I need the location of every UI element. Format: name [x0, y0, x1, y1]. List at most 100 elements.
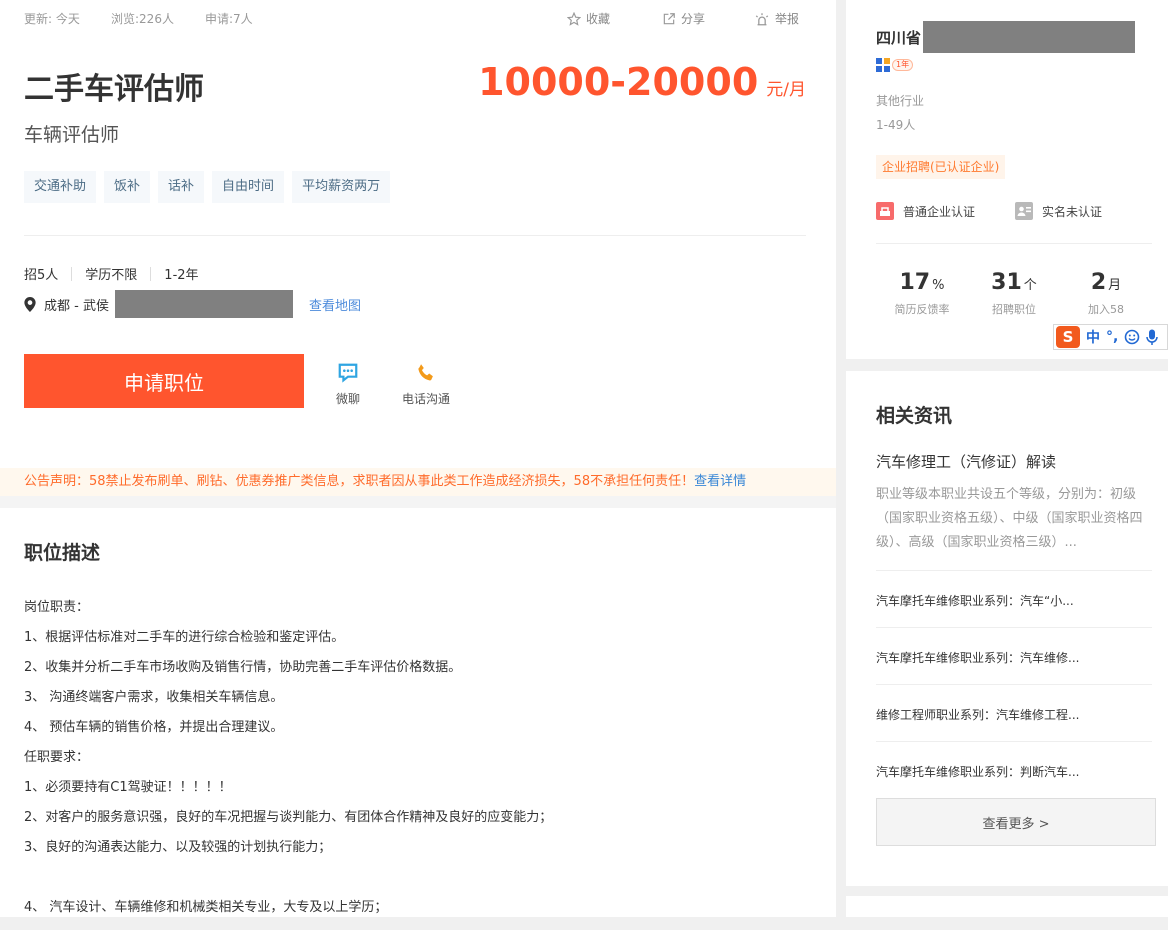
news-item[interactable]: 汽车摩托车维修职业系列：汽车维修... — [876, 649, 1116, 666]
news-headline[interactable]: 汽车修理工（汽修证）解读 — [876, 451, 1056, 472]
member-years-badge: 1年 — [876, 58, 914, 72]
stat-label: 简历反馈率 — [894, 303, 950, 316]
description-line: 3、 沟通终端客户需求，收集相关车辆信息。 — [24, 690, 284, 705]
star-icon — [567, 11, 581, 26]
divider — [876, 570, 1152, 571]
salary-range: 10000-20000 — [478, 60, 759, 104]
company-size: 1-49人 — [876, 118, 916, 132]
description-line: 1、根据评估标准对二手车的进行综合检验和鉴定评估。 — [24, 630, 345, 645]
phone-icon — [418, 364, 433, 381]
company-name-text: 四川省 — [876, 28, 922, 47]
description-line: 3、良好的沟通表达能力、以及较强的计划执行能力； — [24, 840, 332, 855]
education: 学历不限 — [85, 268, 138, 283]
welfare-tag: 饭补 — [104, 171, 151, 203]
stat-value: 17 — [899, 270, 931, 295]
share-icon — [663, 12, 675, 24]
notice-bar: 公告声明：58禁止发布刷单、刷钻、优惠券推广类信息，求职者因从事此类工作造成经济… — [0, 468, 836, 496]
stat-value: 31 — [991, 270, 1022, 295]
welfare-tag: 话补 — [158, 171, 205, 203]
view-count: 浏览:226人 — [111, 12, 174, 26]
description-line: 4、 汽车设计、车辆维修和机械类相关专业，大专及以上学历； — [24, 900, 388, 915]
location-pin-icon — [24, 296, 36, 312]
welfare-tag: 交通补助 — [24, 171, 97, 203]
welfare-tag: 平均薪资两万 — [292, 171, 391, 203]
description-line: 2、收集并分析二手车市场收购及销售行情，协助完善二手车评估价格数据。 — [24, 660, 462, 675]
stat-unit: % — [932, 278, 945, 293]
member-years: 1年 — [892, 59, 914, 71]
description-line: 1、必须要持有C1驾驶证！！！！！ — [24, 780, 232, 795]
divider — [876, 243, 1152, 244]
job-description-title: 职位描述 — [24, 542, 101, 564]
stat-join-time: 2月 加入58 — [1060, 270, 1152, 317]
report-button[interactable]: 举报 — [754, 10, 799, 27]
company-industry: 其他行业 — [876, 94, 925, 108]
salary: 10000-20000 元/月 — [478, 60, 806, 104]
collect-button[interactable]: 收藏 — [567, 10, 610, 27]
realname-cert-label: 实名未认证 — [1042, 204, 1103, 219]
stat-unit: 月 — [1108, 278, 1122, 293]
collect-label: 收藏 — [586, 12, 611, 26]
stat-unit: 个 — [1023, 278, 1037, 293]
separator — [71, 266, 73, 281]
chat-button[interactable]: 微聊 — [336, 362, 360, 407]
description-line: 2、对客户的服务意识强，良好的车况把握与谈判能力、有团体合作精神及良好的应变能力… — [24, 810, 553, 825]
description-line — [24, 870, 552, 900]
enterprise-cert: 普通企业认证 — [876, 202, 975, 220]
ime-toolbar[interactable]: S 中 °, — [1053, 324, 1168, 350]
description-line: 4、 预估车辆的销售价格，并提出合理建议。 — [24, 720, 284, 735]
section-gap — [0, 496, 836, 508]
notice-detail-link[interactable]: 查看详情 — [694, 474, 746, 489]
apply-button[interactable]: 申请职位 — [24, 354, 304, 408]
microphone-icon[interactable] — [1146, 329, 1159, 345]
divider — [876, 741, 1152, 742]
ime-punctuation[interactable]: °, — [1106, 329, 1118, 345]
location-text: 成都 - 武侯 — [44, 298, 109, 314]
emoji-icon[interactable] — [1124, 329, 1140, 345]
company-verified-tag: 企业招聘(已认证企业) — [876, 155, 1006, 179]
ime-mode[interactable]: 中 — [1086, 327, 1100, 347]
alarm-icon — [755, 12, 769, 25]
apply-count: 申请:7人 — [205, 12, 253, 26]
chat-bubble-icon — [338, 363, 358, 383]
news-item[interactable]: 汽车摩托车维修职业系列：汽车“小... — [876, 592, 1116, 609]
next-card — [846, 896, 1168, 917]
description-line: 任职要求： — [24, 750, 90, 765]
job-location: 成都 - 武侯 查看地图 — [24, 290, 361, 318]
job-title: 二手车评估师 — [24, 72, 204, 107]
phone-label: 电话沟通 — [402, 392, 451, 406]
company-card: 四川省 1年 其他行业 1-49人 企业招聘(已认证企业) 普通企业认证 实名未… — [846, 0, 1168, 359]
stat-feedback-rate: 17% 简历反馈率 — [876, 270, 968, 317]
enterprise-cert-icon — [876, 202, 894, 220]
experience: 1-2年 — [164, 268, 199, 283]
job-description: 岗位职责： 1、根据评估标准对二手车的进行综合检验和鉴定评估。 2、收集并分析二… — [24, 600, 552, 930]
news-item[interactable]: 维修工程师职业系列：汽车维修工程... — [876, 706, 1116, 723]
view-more-button[interactable]: 查看更多 > — [876, 798, 1156, 846]
ime-logo[interactable]: S — [1056, 326, 1080, 348]
realname-cert: 实名未认证 — [1015, 202, 1102, 220]
job-detail-panel: 更新: 今天 浏览:226人 申请:7人 收藏 分享 举报 二手车评估师 100… — [0, 0, 836, 917]
news-summary: 职业等级本职业共设五个等级，分别为：初级（国家职业资格五级）、中级（国家职业资格… — [876, 487, 1143, 550]
divider — [24, 235, 806, 236]
divider — [876, 684, 1152, 685]
stat-job-count: 31 个 招聘职位 — [968, 270, 1060, 317]
divider — [876, 627, 1152, 628]
separator — [150, 266, 152, 281]
phone-button[interactable]: 电话沟通 — [402, 362, 450, 407]
welfare-tags: 交通补助 饭补 话补 自由时间 平均薪资两万 — [24, 171, 391, 203]
report-label: 举报 — [775, 12, 800, 26]
id-card-icon — [1015, 202, 1033, 220]
view-map-link[interactable]: 查看地图 — [309, 295, 361, 314]
welfare-tag: 自由时间 — [212, 171, 285, 203]
update-time: 更新: 今天 — [24, 12, 80, 26]
notice-text: 公告声明：58禁止发布刷单、刷钻、优惠券推广类信息，求职者因从事此类工作造成经济… — [24, 474, 695, 489]
stat-label: 招聘职位 — [992, 303, 1036, 316]
member-icon — [876, 58, 890, 72]
company-name[interactable]: 四川省 — [876, 21, 1136, 53]
share-button[interactable]: 分享 — [662, 10, 705, 27]
description-line: 岗位职责： — [24, 600, 90, 615]
stat-value: 2 — [1090, 270, 1107, 295]
share-label: 分享 — [681, 12, 706, 26]
news-item[interactable]: 汽车摩托车维修职业系列：判断汽车... — [876, 763, 1116, 780]
job-subtitle: 车辆评估师 — [24, 124, 120, 146]
salary-unit: 元/月 — [766, 80, 806, 100]
